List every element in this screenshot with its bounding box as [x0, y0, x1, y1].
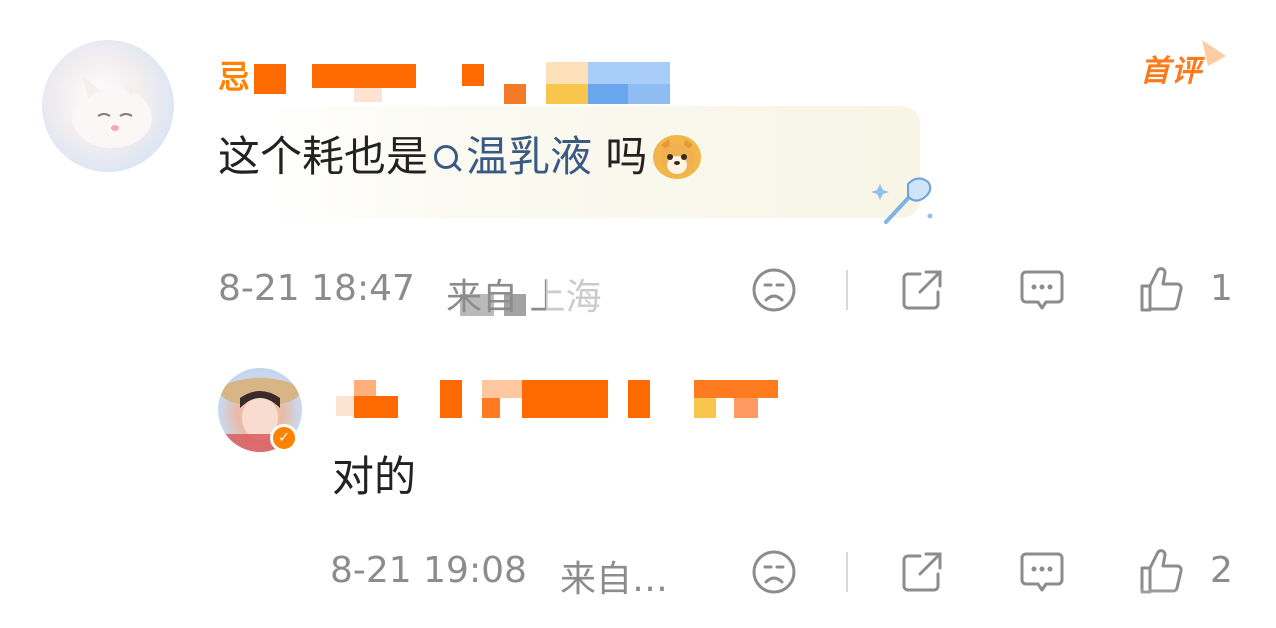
replier-username-obscured[interactable]: [336, 376, 782, 420]
source-obscured-block: [460, 294, 494, 316]
comment-timestamp: 8-21 18:47: [218, 268, 415, 309]
magic-wand-decoration-icon: [872, 177, 933, 224]
dislike-face-icon[interactable]: [750, 266, 798, 314]
verified-badge-icon: ✓: [270, 424, 298, 452]
reply-timestamp: 8-21 19:08: [330, 550, 527, 591]
reply-text: 对的: [332, 452, 417, 501]
comment-icon[interactable]: [1018, 266, 1066, 314]
comment-text-suffix: 吗: [592, 132, 648, 181]
topic-label: 温乳液: [466, 132, 593, 181]
like-thumb-icon[interactable]: [1136, 264, 1186, 314]
source-obscured-block: [504, 294, 526, 316]
action-separator: [846, 270, 848, 310]
comment-text: 这个耗也是 温乳液 吗: [218, 128, 702, 186]
like-count: 1: [1210, 268, 1233, 309]
share-icon[interactable]: [898, 548, 946, 596]
search-icon: [434, 145, 459, 169]
comment-icon[interactable]: [1018, 548, 1066, 596]
commenter-username-obscured[interactable]: 忌: [216, 44, 676, 106]
topic-link[interactable]: 温乳液: [428, 128, 592, 186]
first-comment-badge: 首评: [1140, 54, 1202, 89]
reply-source: 来自…: [560, 559, 669, 600]
username-visible-char: 忌: [218, 58, 251, 96]
badge-sparkle-icon: [1202, 40, 1226, 66]
comment-text-prefix: 这个耗也是: [218, 132, 429, 181]
reply-like-count: 2: [1210, 550, 1233, 591]
action-separator: [846, 552, 848, 592]
dislike-face-icon[interactable]: [750, 548, 798, 596]
source-obscured-block: [546, 276, 630, 316]
bottom-fade-overlay: [1090, 588, 1276, 628]
dog-emoji-icon: [653, 135, 702, 179]
share-icon[interactable]: [898, 266, 946, 314]
commenter-avatar[interactable]: [42, 40, 174, 172]
